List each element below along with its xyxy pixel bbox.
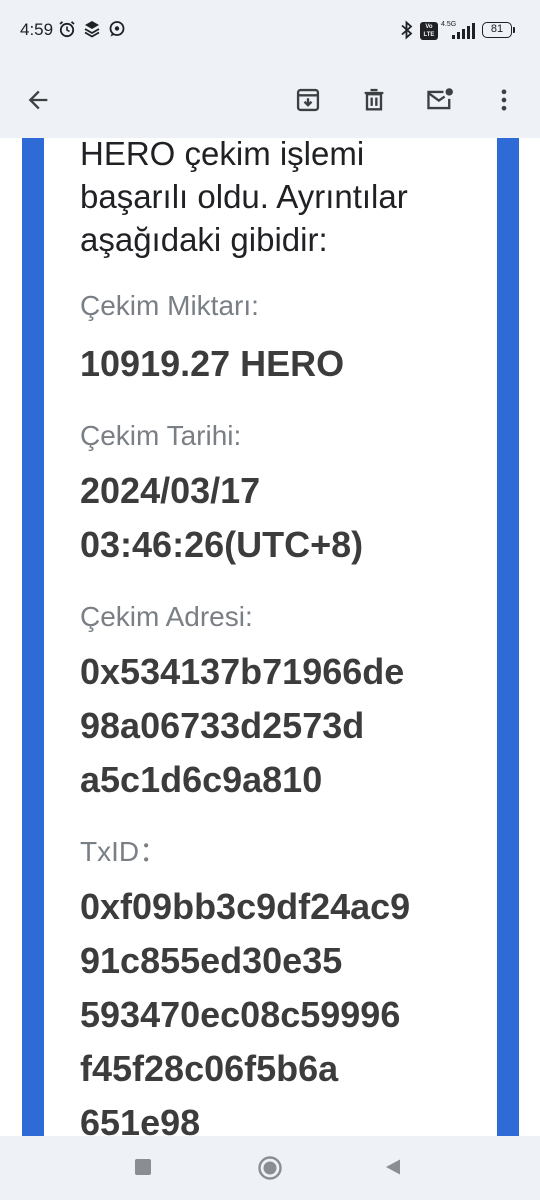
volte-icon: Vo LTE bbox=[420, 22, 438, 40]
intro-line: HERO çekim işlemi bbox=[80, 138, 365, 172]
email-body: HERO çekim işlemi başarılı oldu. Ayrıntı… bbox=[0, 138, 540, 1136]
alarm-icon bbox=[59, 21, 75, 38]
txid-value-line: 0xf09bb3c9df24ac9 bbox=[80, 886, 411, 927]
square-icon bbox=[135, 1159, 151, 1175]
system-nav-bar bbox=[0, 1136, 540, 1200]
address-value-line: 98a06733d2573d bbox=[80, 705, 365, 746]
battery-indicator: 81 bbox=[482, 22, 515, 38]
signal-icon bbox=[452, 23, 475, 39]
home-button[interactable] bbox=[257, 1155, 283, 1186]
chat-bubble-icon bbox=[109, 21, 125, 37]
status-bar: 4:59 Vo LTE 4.5G 81 bbox=[0, 0, 540, 62]
battery-tip bbox=[513, 27, 515, 33]
triangle-back-icon bbox=[386, 1159, 400, 1175]
more-vert-icon bbox=[501, 89, 507, 111]
intro-line: başarılı oldu. Ayrıntılar bbox=[80, 178, 408, 215]
address-value-line: 0x534137b71966de bbox=[80, 651, 405, 692]
app-toolbar bbox=[0, 62, 540, 138]
stack-icon bbox=[84, 21, 100, 38]
archive-icon bbox=[296, 88, 320, 112]
amount-value: 10919.27 HERO bbox=[80, 343, 345, 384]
address-label: Çekim Adresi: bbox=[80, 601, 253, 632]
mark-unread-icon bbox=[427, 88, 453, 110]
intro-line: aşağıdaki gibidir: bbox=[80, 221, 328, 258]
bluetooth-icon bbox=[401, 20, 413, 40]
recents-button[interactable] bbox=[134, 1158, 152, 1181]
txid-value-line: 651e98 bbox=[80, 1102, 201, 1136]
email-border-right bbox=[497, 138, 519, 1136]
archive-button[interactable] bbox=[284, 76, 332, 124]
email-message: HERO çekim işlemi başarılı oldu. Ayrıntı… bbox=[80, 138, 480, 1136]
txid-value-line: 593470ec08c59996 bbox=[80, 994, 401, 1035]
time-value: 03:46:26(UTC+8) bbox=[80, 524, 364, 565]
amount-label: Çekim Miktarı: bbox=[80, 290, 259, 321]
address-value-line: a5c1d6c9a810 bbox=[80, 759, 323, 800]
clock: 4:59 bbox=[20, 20, 54, 39]
email-border-left bbox=[22, 138, 44, 1136]
mark-unread-button[interactable] bbox=[416, 76, 464, 124]
txid-value-line: f45f28c06f5b6a bbox=[80, 1048, 339, 1089]
date-value: 2024/03/17 bbox=[80, 470, 261, 511]
txid-value-line: 91c855ed30e35 bbox=[80, 940, 343, 981]
delete-icon bbox=[364, 88, 384, 111]
date-label: Çekim Tarihi: bbox=[80, 420, 242, 451]
back-button[interactable] bbox=[14, 76, 62, 124]
back-arrow-icon bbox=[28, 90, 48, 110]
back-nav-button[interactable] bbox=[384, 1158, 402, 1181]
txid-label: TxID： bbox=[80, 836, 168, 867]
delete-button[interactable] bbox=[350, 76, 398, 124]
home-circle-icon bbox=[258, 1156, 282, 1180]
more-options-button[interactable] bbox=[480, 76, 528, 124]
